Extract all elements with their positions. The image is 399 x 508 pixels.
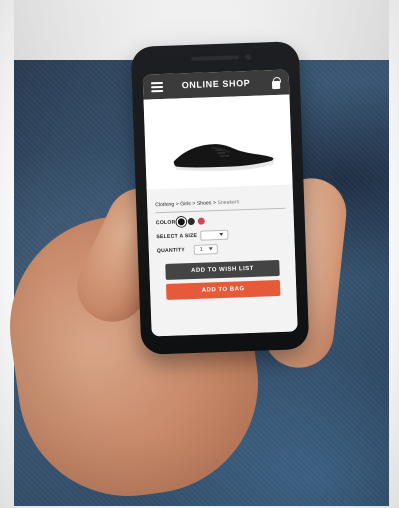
color-label: COLOR [155,219,176,227]
smartphone: ONLINE SHOP Clothing > Girls > Shoes > S… [130,41,310,355]
phone-screen: ONLINE SHOP Clothing > Girls > Shoes > S… [142,69,298,337]
photo: ONLINE SHOP Clothing > Girls > Shoes > S… [0,0,399,508]
color-row: COLOR [155,216,288,227]
color-swatch-dark-gray[interactable] [187,217,195,226]
divider [155,207,286,214]
size-select[interactable] [200,229,229,241]
size-row: SELECT A SIZE [156,229,288,241]
product-image-area [143,94,293,215]
add-to-wish-list-button[interactable]: ADD TO WISH LIST [165,259,280,280]
chevron-down-icon [208,247,213,251]
quantity-select[interactable]: 1 [193,244,218,255]
add-to-bag-button[interactable]: ADD TO BAG [165,279,281,300]
breadcrumb-current: Sneakers [217,199,240,207]
chevron-down-icon [219,232,224,237]
app-title: ONLINE SHOP [181,77,251,91]
color-swatch-red[interactable] [197,217,205,225]
breadcrumb-item[interactable]: Girls [180,201,191,207]
breadcrumb-item[interactable]: Clothing [155,202,174,209]
shopping-bag-icon[interactable] [271,77,281,89]
breadcrumb-item[interactable]: Shoes [197,200,212,207]
phone-speaker [191,55,240,61]
product-options: Clothing > Girls > Shoes > Sneakers COLO… [146,189,298,337]
breadcrumb: Clothing > Girls > Shoes > Sneakers [155,198,287,209]
size-label: SELECT A SIZE [156,232,198,241]
color-swatch-black[interactable] [177,218,185,226]
phone-camera [244,53,252,61]
quantity-label: QUANTITY [156,247,186,255]
quantity-value: 1 [199,246,203,253]
quantity-row: QUANTITY 1 [157,244,289,255]
sneaker-image [173,144,274,172]
